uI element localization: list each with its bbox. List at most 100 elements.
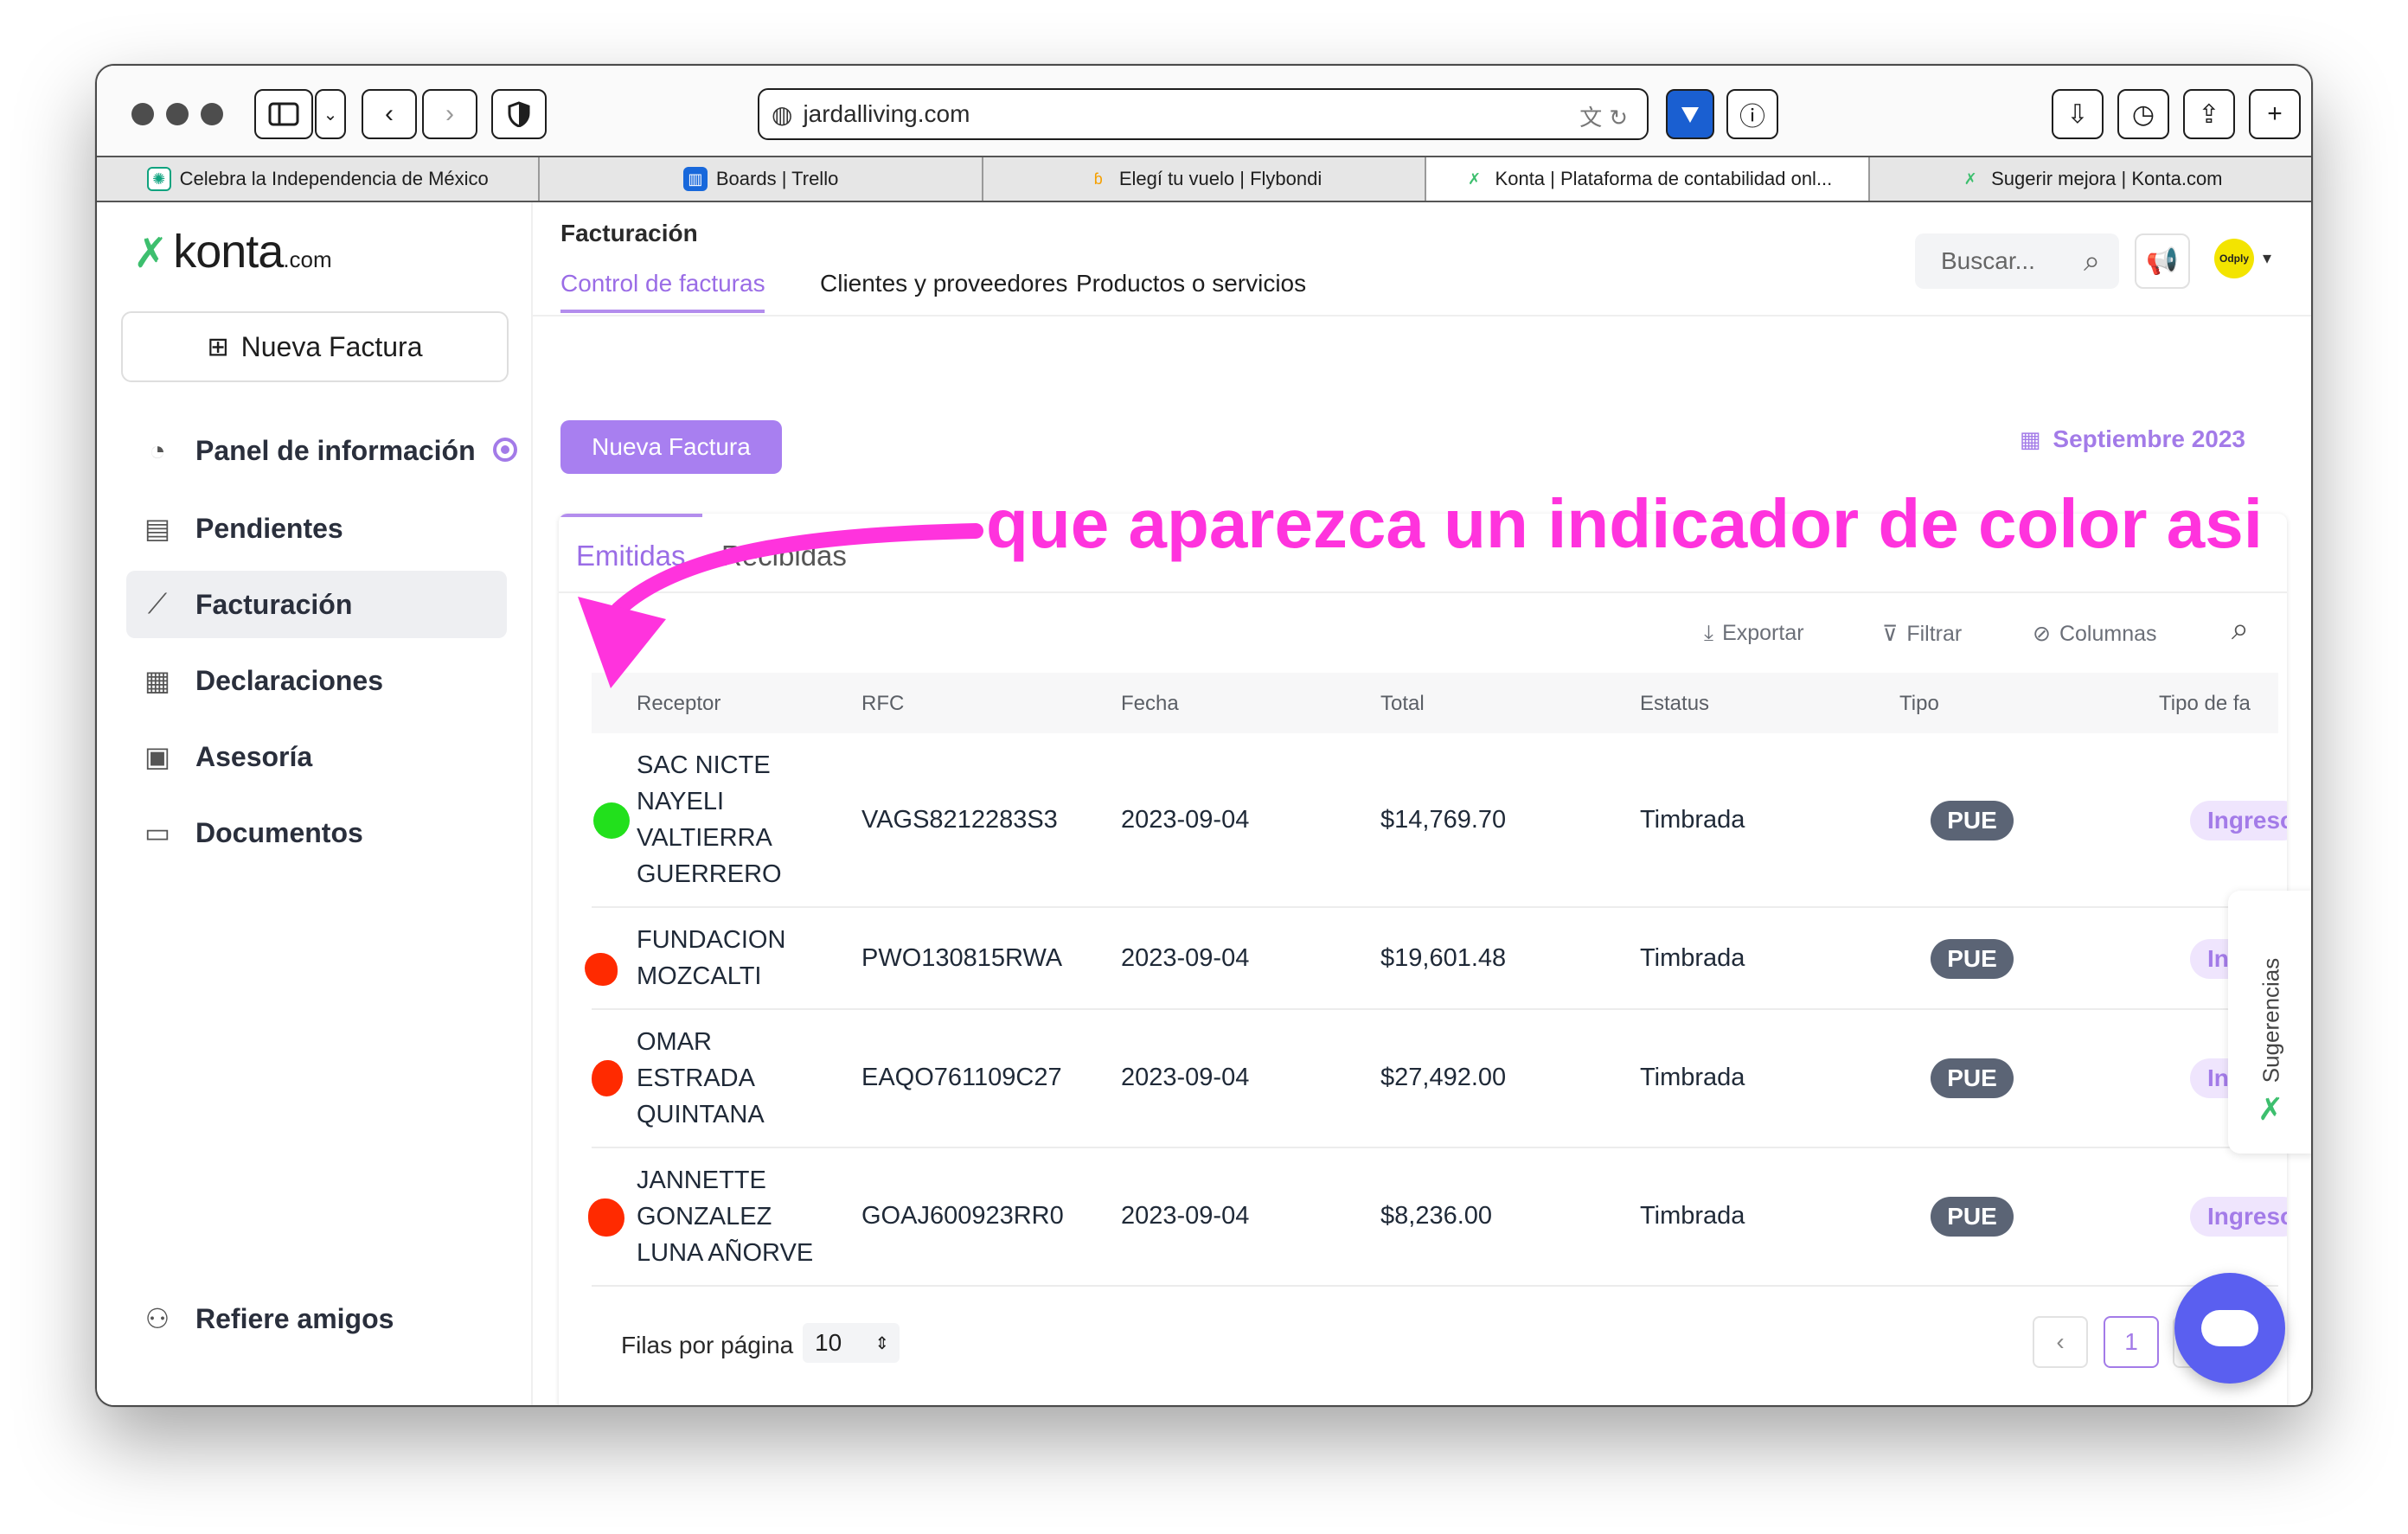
column-header-total[interactable]: Total xyxy=(1380,692,1425,716)
column-header-fecha[interactable]: Fecha xyxy=(1121,692,1179,716)
chat-button[interactable] xyxy=(2174,1273,2285,1384)
cell-fecha: 2023-09-04 xyxy=(1121,1064,1250,1091)
tipo-badge: PUE xyxy=(1931,801,2014,841)
browser-tab[interactable]: ✺ Celebra la Independencia de México xyxy=(97,157,541,201)
status-indicator-dot xyxy=(588,1198,624,1237)
zoom-window-button[interactable] xyxy=(201,103,223,125)
header-divider xyxy=(533,315,2311,316)
export-button[interactable]: ⤓ Exportar xyxy=(1704,621,1804,646)
sidebar-item-asesoria[interactable]: ▣ Asesoría xyxy=(126,723,507,790)
tabs-divider xyxy=(559,591,2287,593)
sidebar-item-label: Pendientes xyxy=(195,512,343,544)
share-icon[interactable]: ⇪ xyxy=(2183,89,2235,139)
tipo-factura-badge: Ingreso xyxy=(2190,801,2287,841)
tipo-badge: PUE xyxy=(1931,939,2014,979)
shield-icon[interactable] xyxy=(491,89,547,139)
megaphone-icon[interactable]: 📢 xyxy=(2135,233,2190,289)
info-icon[interactable]: ⓘ xyxy=(1726,89,1778,139)
tab-active-indicator xyxy=(559,514,702,517)
browser-tab[interactable]: ▥ Boards | Trello xyxy=(540,157,983,201)
receptor-line: SAC NICTE xyxy=(637,751,771,779)
cell-total: $14,769.70 xyxy=(1380,806,1507,834)
columns-button[interactable]: ⊘ Columnas xyxy=(2033,621,2157,647)
subtab-control-facturas[interactable]: Control de facturas xyxy=(560,270,765,297)
table-row[interactable]: FUNDACION MOZCALTI PWO130815RWA 2023-09-… xyxy=(585,908,2287,1010)
browser-tab-active[interactable]: ✗ Konta | Plataforma de contabilidad onl… xyxy=(1426,157,1870,201)
sidebar-item-panel[interactable]: ◔ Panel de información xyxy=(126,417,507,484)
status-indicator-dot xyxy=(593,802,630,839)
table-row[interactable]: OMAR ESTRADA QUINTANA EAQO761109C27 2023… xyxy=(592,1010,2287,1148)
column-header-rfc[interactable]: RFC xyxy=(861,692,904,716)
cell-receptor: OMAR ESTRADA QUINTANA xyxy=(637,1024,765,1133)
openai-icon: ✺ xyxy=(146,167,171,191)
search-input[interactable]: Buscar... ⌕ xyxy=(1915,233,2119,289)
avatar[interactable]: Odply xyxy=(2214,239,2254,278)
back-icon[interactable]: ‹ xyxy=(362,89,417,139)
table-row[interactable]: JANNETTE GONZALEZ LUNA AÑORVE GOAJ600923… xyxy=(588,1148,2287,1287)
download-icon: ⤓ xyxy=(1704,621,1714,645)
page-button-current[interactable]: 1 xyxy=(2104,1316,2159,1368)
cell-receptor: SAC NICTE NAYELI VALTIERRA GUERRERO xyxy=(637,747,782,892)
cell-fecha: 2023-09-04 xyxy=(1121,1202,1250,1230)
address-bar[interactable]: ◍ jardalliving.com 文↻ xyxy=(758,88,1649,140)
caret-down-icon[interactable]: ▾ xyxy=(2263,247,2271,269)
sidebar-new-invoice-button[interactable]: ⊞ Nueva Factura xyxy=(121,311,509,382)
konta-icon: ✗ xyxy=(1963,169,1977,188)
column-header-tipo[interactable]: Tipo xyxy=(1899,692,1939,716)
dashboard-gauge-icon: ◔ xyxy=(149,434,166,466)
suggestions-tab[interactable]: Sugerencias ✗ xyxy=(2228,891,2311,1154)
tab-emitidas[interactable]: Emitidas xyxy=(576,540,686,572)
button-label: Nueva Factura xyxy=(592,433,751,460)
download-icon[interactable]: ⇩ xyxy=(2052,89,2104,139)
tab-label: Konta | Plataforma de contabilidad onl..… xyxy=(1495,168,1833,189)
cell-fecha: 2023-09-04 xyxy=(1121,944,1250,972)
chat-bubble-icon xyxy=(2201,1310,2258,1346)
receptor-line: VALTIERRA xyxy=(637,824,772,852)
sidebar-item-declaraciones[interactable]: ▦ Declaraciones xyxy=(126,647,507,714)
folder-icon: ▭ xyxy=(144,817,171,848)
receptor-line: QUINTANA xyxy=(637,1101,765,1128)
subtab-productos-servicios[interactable]: Productos o servicios xyxy=(1076,270,1306,297)
sidebar-toggle-icon[interactable] xyxy=(254,89,313,139)
add-user-icon: ⚇ xyxy=(144,1303,170,1334)
forward-icon[interactable]: › xyxy=(422,89,477,139)
history-icon[interactable]: ◷ xyxy=(2117,89,2169,139)
column-header-receptor[interactable]: Receptor xyxy=(637,692,720,716)
konta-logo[interactable]: ✗ konta .com xyxy=(133,225,332,278)
translate-reload-icons[interactable]: 文↻ xyxy=(1579,100,1635,132)
column-header-estatus[interactable]: Estatus xyxy=(1640,692,1709,716)
subtab-clientes-proveedores[interactable]: Clientes y proveedores xyxy=(820,270,1067,297)
period-selector[interactable]: ▦ Septiembre 2023 xyxy=(2020,425,2245,453)
browser-tab[interactable]: ✗ Sugerir mejora | Konta.com xyxy=(1870,157,2311,201)
table-row[interactable]: SAC NICTE NAYELI VALTIERRA GUERRERO VAGS… xyxy=(592,733,2287,908)
rows-per-page-select[interactable]: 10 ⇕ xyxy=(803,1323,900,1363)
cell-estatus: Timbrada xyxy=(1640,944,1745,972)
vpn-extension-icon[interactable] xyxy=(1666,89,1714,139)
sidebar-item-pendientes[interactable]: ▤ Pendientes xyxy=(126,495,507,562)
minimize-window-button[interactable] xyxy=(166,103,189,125)
eye-off-icon: ⊘ xyxy=(2033,622,2051,646)
tab-recibidas[interactable]: Recibidas xyxy=(721,540,847,572)
calendar-check-icon: ▣ xyxy=(144,741,171,772)
cell-receptor: JANNETTE GONZALEZ LUNA AÑORVE xyxy=(637,1162,813,1271)
new-invoice-button[interactable]: Nueva Factura xyxy=(560,420,782,474)
table-search-icon[interactable]: ⌕ xyxy=(2232,610,2249,648)
tipo-factura-badge: Ingreso xyxy=(2190,1197,2287,1237)
column-header-tipo-factura[interactable]: Tipo de fa xyxy=(2159,692,2251,716)
chevron-down-icon[interactable]: ⌄ xyxy=(315,89,346,139)
button-label: Nueva Factura xyxy=(240,330,423,362)
prev-page-button[interactable]: ‹ xyxy=(2033,1316,2088,1368)
sidebar-item-facturacion[interactable]: ⟋ Facturación xyxy=(126,571,507,638)
filter-button[interactable]: ⊽ Filtrar xyxy=(1882,621,1962,647)
browser-tab[interactable]: ɓ Elegí tu vuelo | Flybondi xyxy=(983,157,1427,201)
konta-mark-icon: ✗ xyxy=(2258,1091,2284,1127)
receptor-line: LUNA AÑORVE xyxy=(637,1239,814,1267)
new-tab-icon[interactable]: + xyxy=(2249,89,2301,139)
tipo-badge: PUE xyxy=(1931,1197,2014,1237)
cell-rfc: PWO130815RWA xyxy=(861,944,1063,972)
close-window-button[interactable] xyxy=(131,103,154,125)
sidebar-item-referral[interactable]: ⚇ Refiere amigos xyxy=(126,1285,507,1352)
receptor-line: GONZALEZ xyxy=(637,1203,772,1230)
sidebar-item-documentos[interactable]: ▭ Documentos xyxy=(126,799,507,866)
receptor-line: FUNDACION xyxy=(637,926,786,954)
